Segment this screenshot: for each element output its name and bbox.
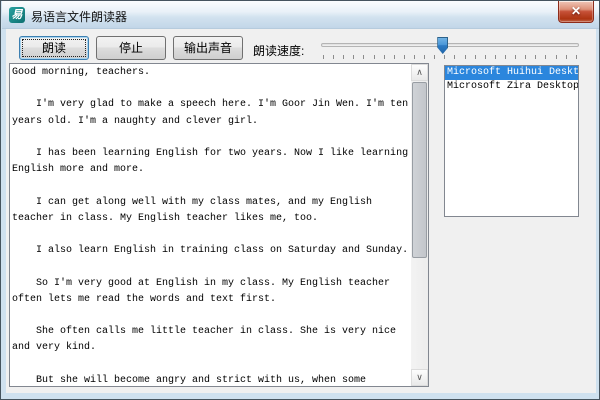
voice-item[interactable]: Microsoft Huihui Deskt [445, 66, 578, 80]
slider-tick [475, 55, 476, 59]
slider-tick [434, 55, 435, 59]
slider-tick [505, 55, 506, 59]
slider-tick [374, 55, 375, 59]
slider-tick [485, 55, 486, 59]
slider-tick [404, 55, 405, 59]
stop-button[interactable]: 停止 [96, 36, 166, 60]
app-icon: 易 [9, 7, 25, 23]
scroll-down-icon[interactable]: ∨ [411, 369, 428, 386]
slider-tick [424, 55, 425, 59]
output-sound-button[interactable]: 输出声音 [173, 36, 243, 60]
scrollbar-thumb[interactable] [412, 82, 427, 258]
text-editor[interactable]: Good morning, teachers. I'm very glad to… [9, 63, 429, 387]
reading-speed-label: 朗读速度: [253, 42, 304, 59]
slider-tick [384, 55, 385, 59]
close-button[interactable]: ✕ [558, 1, 594, 23]
slider-tick [363, 55, 364, 59]
slider-tick [535, 55, 536, 59]
slider-tick [444, 55, 445, 59]
slider-tick [515, 55, 516, 59]
voice-item[interactable]: Microsoft Zira Desktop [445, 80, 578, 94]
slider-tick [495, 55, 496, 59]
window-title: 易语言文件朗读器 [31, 8, 127, 25]
speed-slider[interactable] [321, 35, 579, 61]
slider-tick [545, 55, 546, 59]
scroll-up-icon[interactable]: ∧ [411, 64, 428, 81]
slider-tick [454, 55, 455, 59]
slider-tick [576, 55, 577, 59]
slider-ticks [323, 55, 577, 60]
editor-text[interactable]: Good morning, teachers. I'm very glad to… [12, 65, 410, 386]
slider-tick [566, 55, 567, 59]
slider-tick [333, 55, 334, 59]
slider-tick [394, 55, 395, 59]
titlebar[interactable]: 易 易语言文件朗读器 [2, 1, 600, 29]
slider-tick [353, 55, 354, 59]
app-window: 易 易语言文件朗读器 ✕ 朗读 停止 输出声音 朗读速度: Good morni… [0, 0, 600, 400]
slider-tick [525, 55, 526, 59]
slider-thumb[interactable] [437, 37, 448, 54]
slider-tick [414, 55, 415, 59]
read-aloud-button[interactable]: 朗读 [19, 36, 89, 60]
slider-tick [343, 55, 344, 59]
slider-tick [556, 55, 557, 59]
slider-tick [323, 55, 324, 59]
slider-track[interactable] [321, 43, 579, 47]
voice-list[interactable]: Microsoft Huihui DesktMicrosoft Zira Des… [444, 65, 579, 217]
editor-scrollbar[interactable]: ∧ ∨ [411, 64, 428, 386]
slider-tick [465, 55, 466, 59]
